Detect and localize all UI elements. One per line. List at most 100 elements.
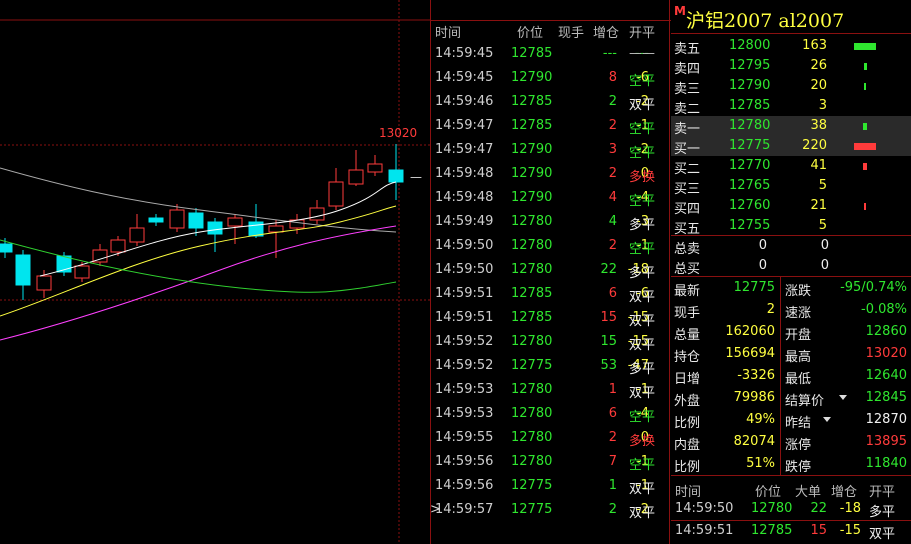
order-book-volume: 163 bbox=[802, 38, 827, 53]
candlestick-chart bbox=[0, 0, 430, 544]
candle-body bbox=[367, 163, 383, 173]
total-row: 总买 0 0 bbox=[671, 256, 911, 277]
tick-price: 12785 bbox=[511, 94, 553, 109]
tick-open-close: 双平 bbox=[629, 506, 656, 521]
stat-row: 最新 12775 涨跌 -95/0.74% bbox=[671, 278, 911, 299]
stat-value-right: -95/0.74% bbox=[840, 280, 907, 295]
order-book-volume: 41 bbox=[810, 158, 827, 173]
tick-time: 14:59:53 bbox=[435, 406, 494, 421]
tick-time: 14:59:45 bbox=[435, 46, 494, 61]
tick-row[interactable]: 14:59:56 12775 1 -1 双平 bbox=[431, 474, 671, 498]
tick-row[interactable]: 14:59:51 12785 15 -15 双平 bbox=[431, 306, 671, 330]
stat-row: 持仓 156694 最高 13020 bbox=[671, 344, 911, 365]
tick-open-close: 多平 bbox=[629, 266, 656, 281]
tick-row[interactable]: 14:59:51 12785 6 -6 双平 bbox=[431, 282, 671, 306]
order-book-row-bid[interactable]: 买一 12775 220 bbox=[671, 136, 911, 157]
tick-row[interactable]: 14:59:53 12780 1 -1 双平 bbox=[431, 378, 671, 402]
mini-header-open-close: 开平 bbox=[869, 485, 896, 500]
candle-body bbox=[0, 243, 13, 253]
order-book-row-bid[interactable]: 买四 12760 21 bbox=[671, 196, 911, 217]
total-row: 总卖 0 0 bbox=[671, 236, 911, 257]
tick-row[interactable]: 14:59:48 12790 4 -4 空平 bbox=[431, 186, 671, 210]
order-book-row-ask[interactable]: 卖二 12785 3 bbox=[671, 96, 911, 117]
tick-time: 14:59:45 bbox=[435, 70, 494, 85]
stat-row: 总量 162060 开盘 12860 bbox=[671, 322, 911, 343]
tick-price: 12780 bbox=[511, 262, 553, 277]
tick-price: 12780 bbox=[511, 214, 553, 229]
quote-panel[interactable]: M 沪铝2007 al2007 卖五 12800 163 卖四 12795 26 卖三 127… bbox=[671, 0, 911, 544]
instrument-title: 沪铝2007 al2007 bbox=[686, 10, 845, 32]
high-price-label: 13020 bbox=[379, 126, 418, 140]
order-book-level-label: 买三 bbox=[674, 182, 701, 197]
order-book-level-label: 买二 bbox=[674, 162, 701, 177]
tick-row[interactable]: 14:59:50 12780 2 -1 空平 bbox=[431, 234, 671, 258]
tick-row[interactable]: 14:59:55 12780 2 0 多换 bbox=[431, 426, 671, 450]
mini-tick-open-close: 双平 bbox=[869, 527, 896, 542]
stat-value-right: 12870 bbox=[865, 412, 907, 427]
order-book-row-ask[interactable]: 卖一 12780 38 bbox=[671, 116, 911, 137]
tick-row[interactable]: 14:59:57 12775 2 -2 双平 bbox=[431, 498, 671, 522]
candle-body bbox=[207, 221, 223, 235]
tick-list-panel[interactable]: 时间 价位 现手 增仓 开平 14:59:45 12785 --- --- —— 14:5… bbox=[430, 0, 671, 544]
tick-header-volume: 现手 bbox=[558, 26, 585, 41]
order-book-price: 12790 bbox=[729, 78, 771, 93]
total-value-2: 0 bbox=[820, 258, 829, 273]
tick-open-close: 双平 bbox=[629, 314, 656, 329]
order-book-row-bid[interactable]: 买五 12755 5 bbox=[671, 216, 911, 237]
order-book-level-label: 卖四 bbox=[674, 62, 701, 77]
tick-price: 12785 bbox=[511, 118, 553, 133]
tick-header-time: 时间 bbox=[435, 26, 462, 41]
stat-value-right: 12860 bbox=[865, 324, 907, 339]
order-book-level-label: 买一 bbox=[674, 142, 701, 157]
candle-body bbox=[348, 169, 364, 185]
order-book-price: 12770 bbox=[729, 158, 771, 173]
row-cursor-icon: > bbox=[430, 502, 441, 517]
tick-price: 12780 bbox=[511, 382, 553, 397]
tick-row[interactable]: 14:59:47 12785 2 -1 空平 bbox=[431, 114, 671, 138]
tick-price: 12785 bbox=[511, 46, 553, 61]
tick-open-close: 多平 bbox=[629, 218, 656, 233]
candlestick-chart-panel[interactable]: 13020 — bbox=[0, 0, 430, 544]
tick-time: 14:59:50 bbox=[435, 262, 494, 277]
tick-row[interactable]: 14:59:53 12780 6 -4 空平 bbox=[431, 402, 671, 426]
order-book-price: 12755 bbox=[729, 218, 771, 233]
stat-row: 日增 -3326 最低 12640 bbox=[671, 366, 911, 387]
mini-tick-oi-change: -15 bbox=[839, 523, 861, 538]
tick-row[interactable]: 14:59:45 12790 8 -6 空平 bbox=[431, 66, 671, 90]
order-book-row-ask[interactable]: 卖五 12800 163 bbox=[671, 36, 911, 57]
tick-time: 14:59:48 bbox=[435, 190, 494, 205]
instrument-header: M 沪铝2007 al2007 bbox=[671, 0, 911, 34]
stat-row: 比例 51% 跌停 11840 bbox=[671, 454, 911, 475]
candle-body bbox=[36, 275, 52, 291]
tick-row[interactable]: 14:59:47 12790 3 -2 空平 bbox=[431, 138, 671, 162]
tick-price: 12780 bbox=[511, 334, 553, 349]
dropdown-caret-icon[interactable] bbox=[823, 417, 831, 422]
order-book-volume-bar bbox=[863, 163, 867, 170]
tick-price: 12775 bbox=[511, 478, 553, 493]
tick-time: 14:59:49 bbox=[435, 214, 494, 229]
tick-row[interactable]: 14:59:49 12780 4 -3 多平 bbox=[431, 210, 671, 234]
order-book-row-ask[interactable]: 卖四 12795 26 bbox=[671, 56, 911, 77]
order-book-volume-bar bbox=[863, 63, 867, 70]
tick-row[interactable]: 14:59:46 12785 2 -2 双平 bbox=[431, 90, 671, 114]
market-badge: M bbox=[674, 4, 686, 18]
order-book-row-bid[interactable]: 买三 12765 5 bbox=[671, 176, 911, 197]
tick-row[interactable]: 14:59:52 12780 15 -15 双平 bbox=[431, 330, 671, 354]
candle-body bbox=[309, 207, 325, 221]
order-book-price: 12775 bbox=[729, 138, 771, 153]
mini-tick-row[interactable]: 14:59:51 12785 15 -15 双平 bbox=[671, 521, 911, 542]
tick-row[interactable]: 14:59:50 12780 22 -18 多平 bbox=[431, 258, 671, 282]
order-book-volume: 20 bbox=[810, 78, 827, 93]
tick-row[interactable]: 14:59:56 12780 7 -1 空平 bbox=[431, 450, 671, 474]
order-book-volume-bar bbox=[864, 203, 866, 210]
tick-open-close: —— bbox=[629, 46, 655, 61]
order-book-row-bid[interactable]: 买二 12770 41 bbox=[671, 156, 911, 177]
tick-row[interactable]: 14:59:48 12790 2 0 多换 bbox=[431, 162, 671, 186]
order-book-volume-bar bbox=[854, 143, 876, 150]
mini-tick-row[interactable]: 14:59:50 12780 22 -18 多平 bbox=[671, 499, 911, 520]
order-book-row-ask[interactable]: 卖三 12790 20 bbox=[671, 76, 911, 97]
dropdown-caret-icon[interactable] bbox=[839, 395, 847, 400]
tick-row[interactable]: 14:59:45 12785 --- --- —— bbox=[431, 42, 671, 66]
tick-row[interactable]: 14:59:52 12775 53 -47 多平 bbox=[431, 354, 671, 378]
tick-open-close: 双平 bbox=[629, 482, 656, 497]
